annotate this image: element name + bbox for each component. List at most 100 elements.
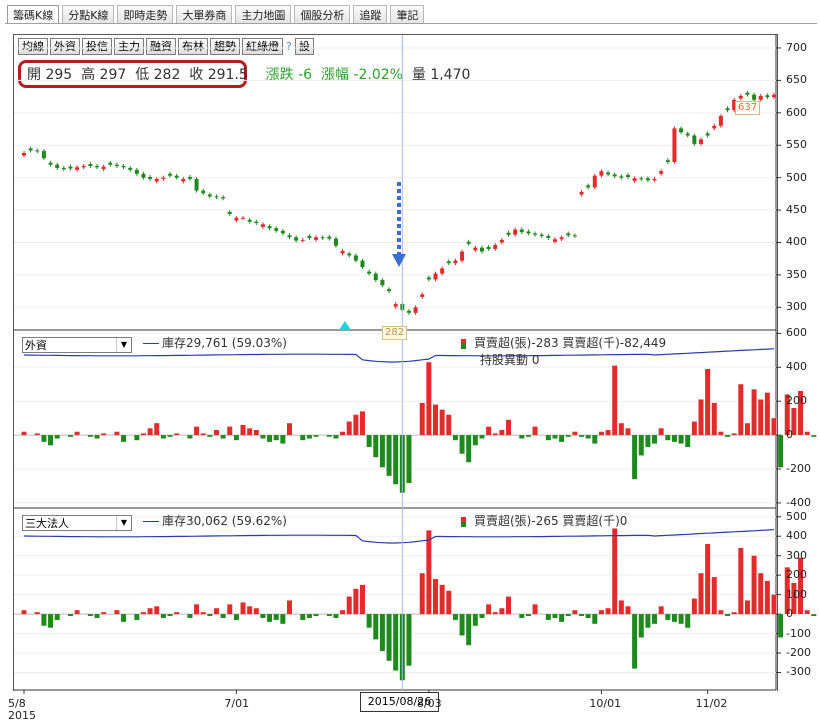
net-buy-bar [313,614,319,617]
candle [672,128,677,163]
candle [154,178,159,182]
candle [88,164,93,166]
net-buy-bar [632,614,638,669]
candle [247,219,252,222]
net-buy-bar [658,606,664,615]
chart-canvas[interactable] [0,0,820,727]
y-tick-label: -200 [786,646,811,660]
candle [612,174,617,177]
net-buy-bar [506,419,512,436]
candle [499,239,504,243]
foreign-panel-select[interactable]: 外資 ▼ [22,337,132,353]
candle [493,245,498,249]
net-buy-bar [685,435,691,447]
candle [353,255,358,261]
net-buy-bar [260,435,266,439]
net-buy-bar [174,433,180,436]
candle [625,175,630,177]
net-buy-bar [665,614,671,620]
net-buy-bar [678,614,684,624]
net-buy-bar [486,426,492,436]
net-buy-bar [41,614,47,626]
net-buy-bar [247,606,253,615]
candle [738,95,743,99]
candle [227,212,232,214]
candle [327,236,332,239]
y-tick-label: 200 [786,394,807,408]
net-buy-bar [114,431,120,436]
candle [645,178,650,181]
net-buy-bar [213,430,219,436]
net-buy-bar [67,435,73,437]
net-buy-bar [406,614,412,666]
candle [314,237,319,240]
candle [652,178,657,181]
net-buy-bar [771,418,777,436]
foreign-net-legend: 買賣超(張)-283 買賣超(千)-82,449 [461,334,666,351]
y-tick-label: -300 [786,665,811,679]
y-tick-label: 700 [786,40,807,54]
x-tick-label: 10/01 [589,697,622,710]
net-buy-bar [472,614,478,626]
candle [194,178,199,191]
net-buy-bar [333,614,339,618]
net-buy-bar [479,435,485,439]
net-buy-bar [121,614,127,622]
candle [725,108,730,111]
net-buy-bar [479,614,485,618]
net-buy-bar [605,430,611,436]
candle [486,247,491,249]
net-buy-bar [466,614,472,646]
y-tick-label: 600 [786,105,807,119]
net-buy-bar [525,435,531,437]
candle [35,150,40,152]
net-buy-bar [698,573,704,615]
net-buy-bar [472,435,478,446]
net-buy-bar [280,614,286,624]
net-buy-bar [532,426,538,436]
net-buy-bar [74,610,80,615]
candle [639,178,644,180]
net-buy-bar [519,614,525,618]
net-buy-bar [731,433,737,436]
candle [148,176,153,179]
net-buy-bar [585,614,591,618]
net-buy-bar [200,433,206,436]
institutional-panel-select[interactable]: 三大法人 ▼ [22,515,132,531]
net-buy-bar [519,435,525,439]
net-buy-bar [174,612,180,615]
net-buy-bar [705,544,711,615]
candle [333,238,338,246]
net-buy-bar [459,614,465,636]
net-buy-bar [41,435,47,442]
net-buy-bar [227,426,233,436]
candle [61,167,66,170]
y-tick-label: 400 [786,360,807,374]
net-buy-bar [725,614,731,617]
net-buy-bar [54,614,60,620]
bar-swatch-icon [461,338,466,349]
candle [572,235,577,237]
line-swatch-icon [143,343,159,344]
net-buy-bar [433,404,439,436]
net-buy-bar [286,423,292,436]
candle [55,164,60,168]
y-tick-label: 450 [786,203,807,217]
high-price-tag: 637 [735,101,761,115]
candle [632,178,637,181]
net-buy-bar [665,435,671,441]
net-buy-bar [240,424,246,436]
net-buy-bar [267,435,273,442]
net-buy-bar [738,384,744,436]
candle [406,310,411,313]
net-buy-bar [572,431,578,436]
net-buy-bar [685,614,691,628]
net-buy-bar [598,431,604,436]
net-buy-bar [154,423,160,436]
net-buy-bar [711,577,717,615]
candle [692,135,697,144]
candle [705,133,710,136]
net-buy-bar [718,431,724,436]
net-buy-bar [187,435,193,439]
net-buy-bar [446,590,452,615]
